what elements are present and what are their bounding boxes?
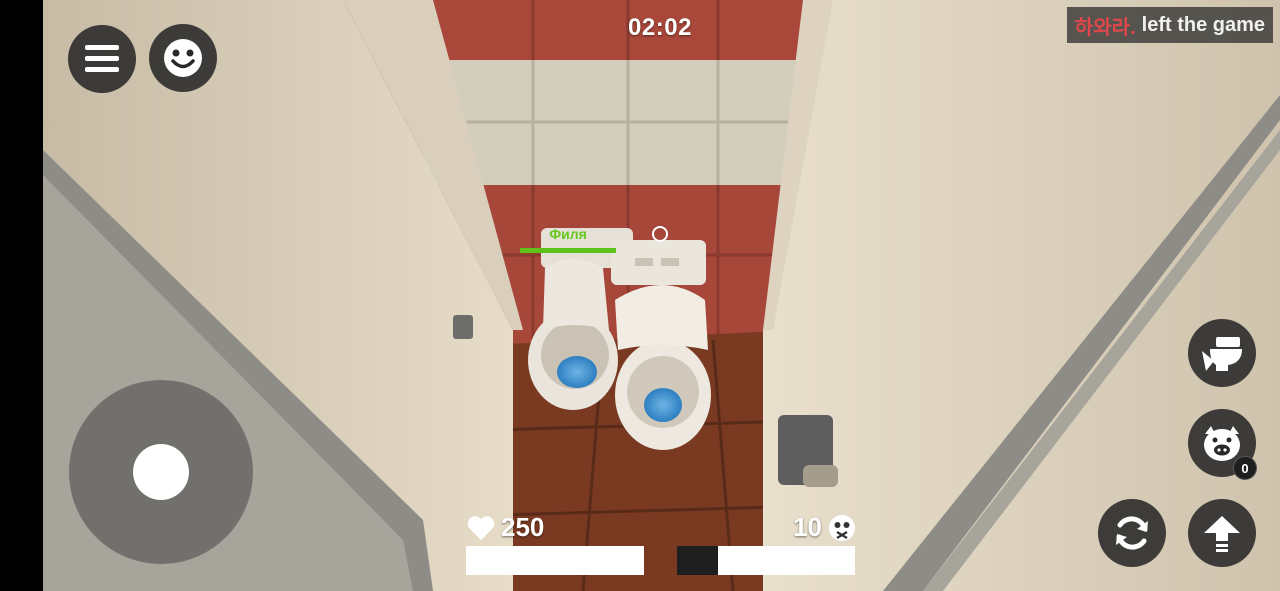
pig-count-badge: 0 — [1233, 456, 1257, 480]
smiley-face-icon — [164, 39, 202, 77]
toilet-icon — [1202, 337, 1242, 371]
heart-icon — [467, 515, 495, 540]
kill-count-value: 10 — [793, 512, 822, 542]
kill-progress-bar — [677, 546, 855, 575]
kill-progress-fill — [677, 546, 718, 575]
rotate-arrows-icon — [1116, 516, 1148, 550]
up-arrow-icon — [1204, 516, 1240, 552]
pig-face-icon — [1204, 426, 1240, 461]
jump-button[interactable] — [1188, 499, 1256, 567]
swap-button[interactable] — [1098, 499, 1166, 567]
killfeed-message: 하와라. left the game — [1066, 7, 1273, 43]
joystick-knob[interactable] — [133, 444, 189, 500]
menu-button[interactable] — [68, 25, 136, 93]
emote-button[interactable] — [149, 24, 217, 92]
movement-joystick[interactable] — [69, 380, 253, 564]
killfeed-player-name: 하와라. — [1074, 16, 1136, 39]
skull-icon — [829, 514, 855, 541]
hamburger-menu-icon — [85, 45, 119, 72]
player-nametag: Филя — [549, 226, 587, 242]
health-display: 250 — [467, 512, 544, 543]
toilet-action-button[interactable] — [1188, 319, 1256, 387]
player-health-bar — [520, 248, 616, 253]
killfeed-text: left the game — [1141, 13, 1265, 36]
crosshair — [652, 226, 668, 242]
round-timer: 02:02 — [628, 14, 692, 41]
health-value: 250 — [501, 512, 545, 542]
kill-count-display: 10 — [793, 512, 856, 543]
health-bar — [466, 546, 644, 575]
